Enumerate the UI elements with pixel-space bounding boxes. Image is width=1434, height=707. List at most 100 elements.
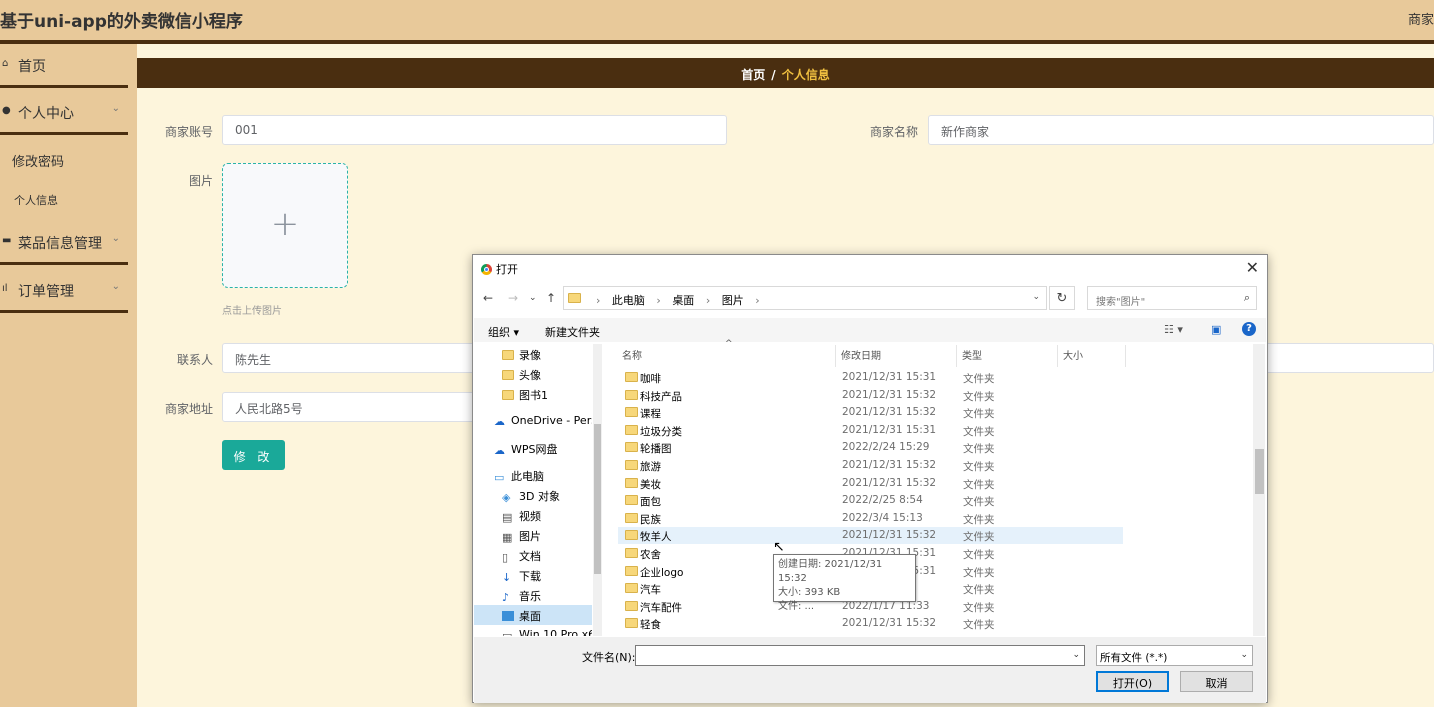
file-list-scrollbar[interactable] — [1253, 344, 1265, 636]
preview-pane-icon[interactable]: ▣ — [1211, 323, 1221, 336]
nav-item-label: 图书1 — [519, 389, 548, 402]
back-arrow-icon[interactable]: ← — [483, 291, 493, 305]
help-icon[interactable]: ? — [1242, 322, 1256, 336]
column-header-name[interactable]: 名称 — [622, 347, 642, 365]
open-button[interactable]: 打开(O) — [1096, 671, 1169, 692]
path-segment[interactable]: 此电脑 — [612, 294, 645, 307]
filetype-select[interactable]: 所有文件 (*.*) ⌄ — [1096, 645, 1253, 666]
file-name: 牧羊人 — [640, 531, 672, 544]
address-bar[interactable]: › 此电脑 › 桌面 › 图片 › ⌄ — [563, 286, 1047, 310]
nav-item-onedrive[interactable]: ☁ OneDrive - Perso — [474, 411, 592, 431]
refresh-icon[interactable]: ↻ — [1049, 286, 1075, 310]
nav-item[interactable]: 头像 — [474, 364, 592, 384]
file-row[interactable]: 旅游 2021/12/31 15:32 文件夹 — [618, 457, 1123, 474]
file-row-hovered[interactable]: 牧羊人 2021/12/31 15:32 文件夹 — [618, 527, 1123, 545]
organize-menu[interactable]: 组织 ▾ — [488, 324, 519, 340]
file-type: 文件夹 — [963, 478, 995, 491]
forward-arrow-icon[interactable]: → — [508, 291, 518, 305]
column-header-date[interactable]: 修改日期 — [841, 347, 881, 365]
nav-item[interactable]: ▯ 文档 — [474, 545, 592, 565]
chevron-down-icon[interactable]: ⌄ — [1072, 650, 1080, 660]
recent-dropdown-icon[interactable]: ⌄ — [529, 293, 537, 303]
image-upload[interactable]: + — [222, 163, 348, 288]
column-divider[interactable] — [1057, 345, 1058, 367]
tooltip-size: 大小: 393 KB — [778, 587, 841, 598]
up-arrow-icon[interactable]: ↑ — [546, 291, 556, 305]
nav-item[interactable]: ◈ 3D 对象 — [474, 485, 592, 505]
file-date: 2021/12/31 15:32 — [842, 406, 937, 419]
file-row[interactable]: 课程 2021/12/31 15:32 文件夹 — [618, 404, 1123, 421]
column-divider[interactable] — [1125, 345, 1126, 367]
folder-icon — [625, 600, 638, 611]
file-date: 2022/2/24 15:29 — [842, 441, 930, 454]
file-type: 文件夹 — [963, 531, 995, 544]
dialog-toolbar: 组织 ▾ 新建文件夹 ☷ ▾ ▣ ? — [474, 318, 1266, 342]
nav-item[interactable]: ↓ 下载 — [474, 565, 592, 585]
filename-label: 文件名(N): — [582, 651, 636, 664]
nav-item-label: 视频 — [519, 510, 541, 523]
sidebar-item-dish-management[interactable]: ▬ 菜品信息管理 ⌄ — [0, 221, 128, 265]
file-row[interactable]: 民族 2022/3/4 15:13 文件夹 — [618, 510, 1123, 527]
file-type: 文件夹 — [963, 566, 995, 579]
column-header-size[interactable]: 大小 — [1063, 347, 1083, 365]
folder-icon — [502, 370, 514, 380]
file-row[interactable]: 面包 2022/2/25 8:54 文件夹 — [618, 492, 1123, 509]
path-segment[interactable]: 桌面 — [672, 294, 694, 307]
view-options-icon[interactable]: ☷ ▾ — [1164, 323, 1183, 336]
column-divider[interactable] — [835, 345, 836, 367]
file-row[interactable]: 垃圾分类 2021/12/31 15:31 文件夹 — [618, 422, 1123, 439]
scrollbar-thumb[interactable] — [1255, 449, 1264, 494]
filename-input[interactable]: ⌄ — [635, 645, 1085, 666]
sidebar-subitem-profile[interactable]: 个人信息 — [14, 192, 58, 208]
file-row[interactable]: 咖啡 2021/12/31 15:31 文件夹 — [618, 369, 1123, 386]
top-right-user[interactable]: 商家 — [1408, 9, 1434, 28]
path-separator-icon: › — [596, 294, 601, 307]
nav-item[interactable]: ▭ Win 10 Pro x64 — [474, 625, 592, 636]
file-row[interactable]: 轮播图 2022/2/24 15:29 文件夹 — [618, 439, 1123, 456]
nav-item-wps[interactable]: ☁ WPS网盘 — [474, 438, 592, 458]
file-row[interactable]: 美妆 2021/12/31 15:32 文件夹 — [618, 475, 1123, 492]
close-icon[interactable]: ✕ — [1246, 258, 1259, 277]
nav-item[interactable]: 录像 — [474, 344, 592, 364]
path-segment[interactable]: 图片 — [722, 294, 744, 307]
nav-item-desktop[interactable]: 桌面 — [474, 605, 592, 625]
modify-button[interactable]: 修 改 — [222, 440, 285, 470]
drive-icon: ▭ — [502, 629, 513, 636]
file-type: 文件夹 — [963, 390, 995, 403]
folder-icon — [625, 372, 638, 382]
account-field[interactable]: 001 — [222, 115, 727, 145]
file-list: 咖啡 2021/12/31 15:31 文件夹 科技产品 2021/12/31 15:… — [618, 369, 1258, 635]
cancel-button[interactable]: 取消 — [1180, 671, 1253, 692]
nav-scrollbar[interactable] — [593, 344, 602, 636]
sidebar-subitem-change-password[interactable]: 修改密码 — [12, 151, 64, 170]
sidebar-item-order-management[interactable]: ıl 订单管理 ⌄ — [0, 269, 128, 313]
sidebar-item-personal-center[interactable]: ● 个人中心 ⌄ — [0, 91, 128, 135]
nav-item[interactable]: 图书1 — [474, 384, 592, 404]
nav-item[interactable]: ▦ 图片 — [474, 525, 592, 545]
merchant-name-field[interactable]: 新作商家 — [928, 115, 1434, 145]
app-title: 基于uni-app的外卖微信小程序 — [0, 12, 243, 32]
chevron-down-icon: ⌄ — [111, 103, 120, 114]
nav-item-label: 头像 — [519, 369, 541, 382]
breadcrumb-home[interactable]: 首页 — [741, 68, 765, 82]
nav-item-label: 图片 — [519, 530, 541, 543]
sidebar-item-home[interactable]: ⌂ 首页 — [0, 44, 128, 88]
new-folder-button[interactable]: 新建文件夹 — [545, 324, 600, 340]
file-type: 文件夹 — [963, 513, 995, 526]
file-row[interactable]: 轻食 2021/12/31 15:32 文件夹 — [618, 615, 1123, 632]
folder-icon — [568, 293, 581, 303]
scrollbar-thumb[interactable] — [594, 424, 601, 574]
nav-item[interactable]: ▤ 视频 — [474, 505, 592, 525]
food-icon: ▬ — [2, 235, 12, 246]
column-header-type[interactable]: 类型 — [962, 347, 982, 365]
search-input[interactable]: 搜索"图片" ⌕ — [1087, 286, 1257, 310]
folder-icon — [625, 618, 638, 629]
column-divider[interactable] — [956, 345, 957, 367]
file-name: 农舍 — [640, 549, 661, 561]
chevron-down-icon[interactable]: ⌄ — [1032, 292, 1040, 302]
file-row[interactable]: 科技产品 2021/12/31 15:32 文件夹 — [618, 387, 1123, 404]
file-date: 2021/12/31 15:32 — [842, 617, 937, 630]
nav-item[interactable]: ♪ 音乐 — [474, 585, 592, 605]
nav-item-this-pc[interactable]: ▭ 此电脑 — [474, 465, 592, 485]
breadcrumb-separator: / — [771, 68, 776, 82]
